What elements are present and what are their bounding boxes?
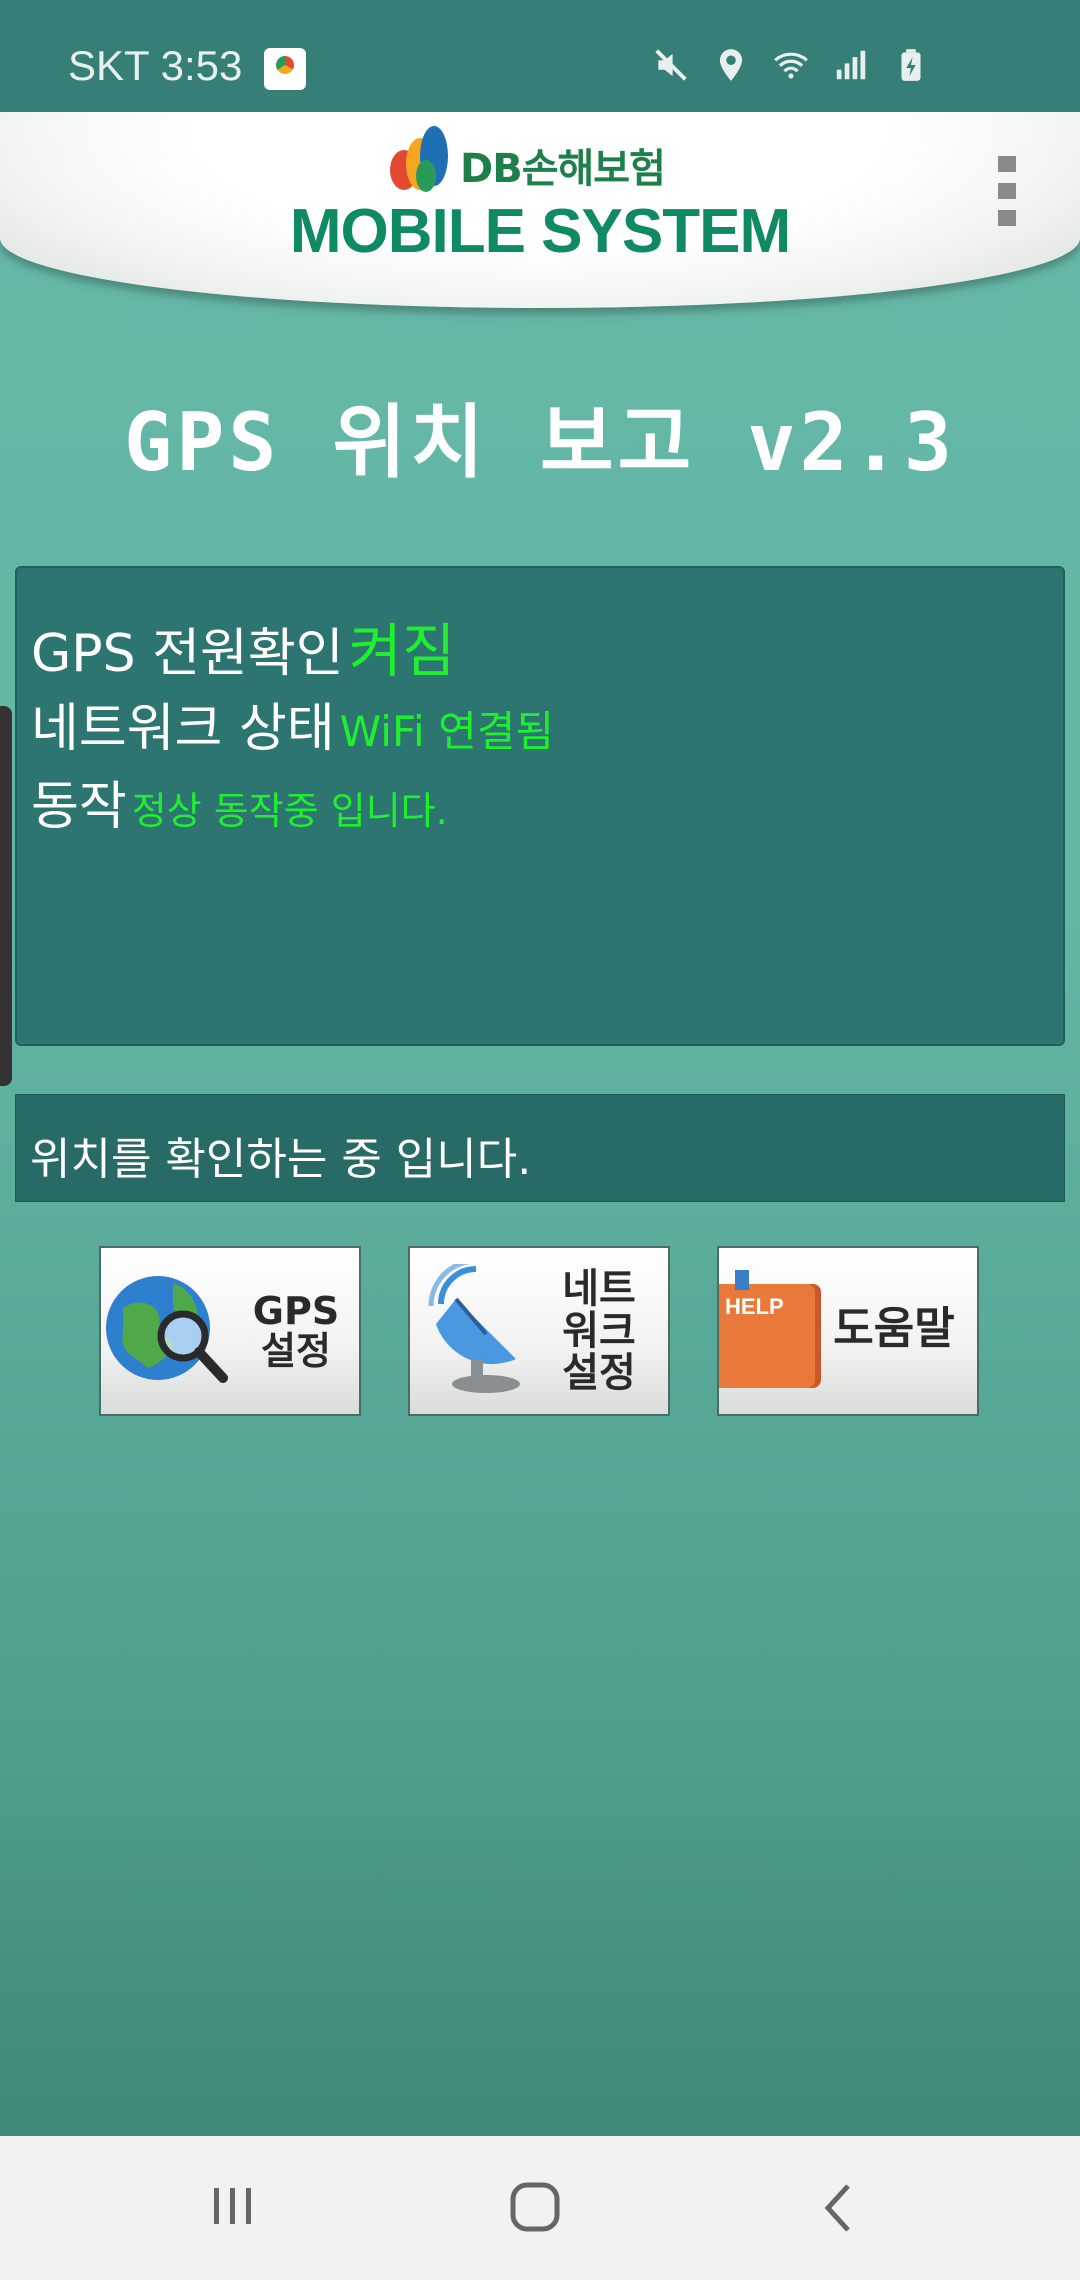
status-icons <box>652 46 930 84</box>
bookmark-icon <box>735 1270 749 1290</box>
network-status-label: 네트워크 상태 <box>31 699 335 759</box>
back-icon[interactable] <box>818 2180 858 2236</box>
page-title: GPS 위치 보고 v2.3 <box>123 396 957 489</box>
help-button[interactable]: HELP 도움말 <box>717 1246 979 1416</box>
recent-apps-icon[interactable] <box>208 2180 258 2232</box>
edge-panel-handle[interactable] <box>0 706 12 1086</box>
status-bar: SKT 3:53 <box>0 0 1080 112</box>
company-logo-icon <box>390 126 448 192</box>
location-icon <box>719 49 743 81</box>
system-name: MOBILE SYSTEM <box>289 197 791 266</box>
gps-status-row: GPS 전원확인 켜짐 <box>31 604 455 688</box>
signal-icon <box>836 50 866 80</box>
status-panel: GPS 전원확인 켜짐 네트워크 상태 WiFi 연결됨 동작 정상 동작중 입… <box>15 566 1065 1046</box>
gps-settings-label: GPS 설정 <box>241 1289 351 1373</box>
menu-dot-icon <box>998 183 1016 199</box>
mute-icon <box>655 49 687 81</box>
globe-search-icon <box>106 1276 228 1383</box>
network-status-row: 네트워크 상태 WiFi 연결됨 <box>31 686 554 761</box>
gps-status-value: 켜짐 <box>348 617 456 685</box>
network-settings-label: 네트 워크 설정 <box>544 1268 654 1394</box>
gps-settings-label-line: GPS <box>252 1289 340 1333</box>
overflow-menu-button[interactable] <box>998 156 1020 226</box>
status-time: SKT 3:53 <box>68 42 243 89</box>
company-name: DB손해보험 <box>460 146 666 192</box>
help-badge: HELP <box>725 1294 784 1319</box>
app-header: DB손해보험 MOBILE SYSTEM <box>0 112 1080 308</box>
gps-settings-label-line: 설정 <box>261 1328 331 1373</box>
network-settings-label-line: 워크 <box>562 1308 636 1354</box>
menu-dot-icon <box>998 210 1016 226</box>
gps-settings-button[interactable]: GPS 설정 <box>99 1246 361 1416</box>
system-navigation-bar <box>0 2136 1080 2280</box>
network-settings-button[interactable]: 네트 워크 설정 <box>408 1246 670 1416</box>
menu-dot-icon <box>998 156 1016 172</box>
app-notification-icon <box>264 48 306 90</box>
network-settings-label-line: 설정 <box>562 1350 636 1396</box>
satellite-dish-icon <box>428 1264 520 1393</box>
help-label: 도움말 <box>833 1303 955 1354</box>
battery-charging-icon <box>901 49 921 81</box>
location-message-bar: 위치를 확인하는 중 입니다. <box>15 1094 1065 1202</box>
operation-status-value: 정상 동작중 입니다. <box>131 789 448 833</box>
operation-status-row: 동작 정상 동작중 입니다. <box>31 764 448 839</box>
gps-status-label: GPS 전원확인 <box>31 624 344 684</box>
operation-status-label: 동작 <box>31 777 127 837</box>
home-icon[interactable] <box>508 2180 564 2236</box>
wifi-icon <box>774 52 808 79</box>
network-settings-label-line: 네트 <box>562 1266 636 1312</box>
network-status-value: WiFi 연결됨 <box>339 707 554 756</box>
help-book-icon: HELP <box>719 1284 815 1388</box>
